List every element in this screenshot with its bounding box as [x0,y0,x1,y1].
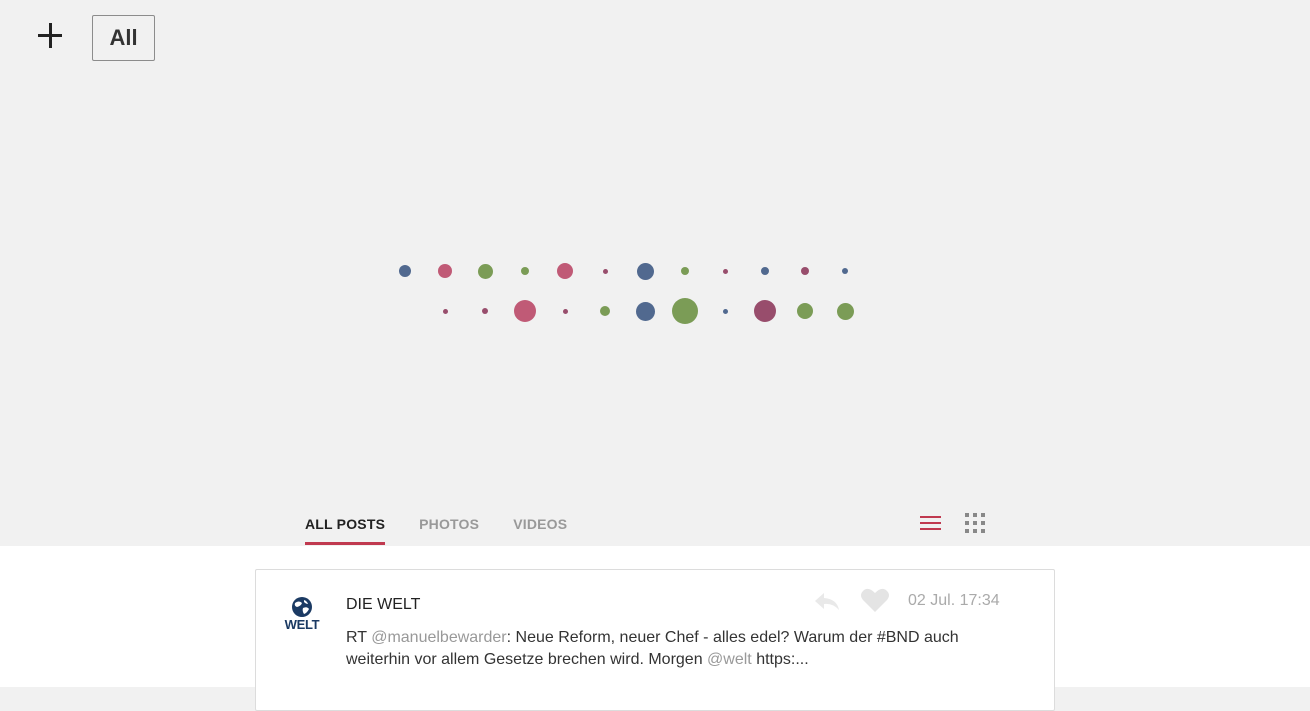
loading-dot [761,267,769,275]
loading-dot [602,268,608,274]
reply-icon[interactable] [813,590,841,612]
tab-videos[interactable]: VIDEOS [513,516,567,545]
loading-dot [514,300,536,322]
loading-dot [754,300,776,322]
tab-photos[interactable]: PHOTOS [419,516,479,545]
loading-dot [842,268,848,274]
list-view-icon[interactable] [919,512,943,534]
tab-all-posts[interactable]: ALL POSTS [305,516,386,545]
loading-dot [438,264,452,278]
text-suffix: https:... [751,651,809,668]
loading-dot [801,267,809,275]
logo-text: WELT [284,617,320,632]
globe-icon [292,597,312,617]
loading-dot [557,263,573,279]
text-prefix: RT [346,629,372,646]
loading-dot [399,265,411,277]
loading-dots [0,0,1310,546]
header-area: All ALL POSTS PHOTOS VIDEOS [0,0,1310,546]
loading-dot [636,262,654,280]
post-type-tabs: ALL POSTS PHOTOS VIDEOS [305,516,567,545]
post-text: RT @manuelbewarder: Neue Reform, neuer C… [346,627,1006,671]
loading-dot [722,268,728,274]
post-timestamp: 02 Jul. 17:34 [908,592,1000,609]
loading-dot [672,298,698,324]
loading-dot [477,263,493,279]
loading-dot [722,308,728,314]
post-author[interactable]: DIE WELT [346,596,420,614]
loading-dot [600,306,610,316]
mention-link[interactable]: @manuelbewarder [371,629,506,646]
loading-dot [482,308,488,314]
loading-dot [521,267,529,275]
loading-dot [562,308,568,314]
grid-view-icon[interactable] [964,512,988,534]
loading-dot [836,302,854,320]
heart-icon[interactable] [860,587,890,613]
loading-dot [635,301,655,321]
welt-logo: WELT [282,595,322,635]
post-card: WELT DIE WELT 02 Jul. 17:34 RT @manuelbe… [255,569,1055,711]
loading-dot [797,303,813,319]
loading-dot [442,308,448,314]
mention-link[interactable]: @welt [707,651,752,668]
loading-dot [681,267,689,275]
